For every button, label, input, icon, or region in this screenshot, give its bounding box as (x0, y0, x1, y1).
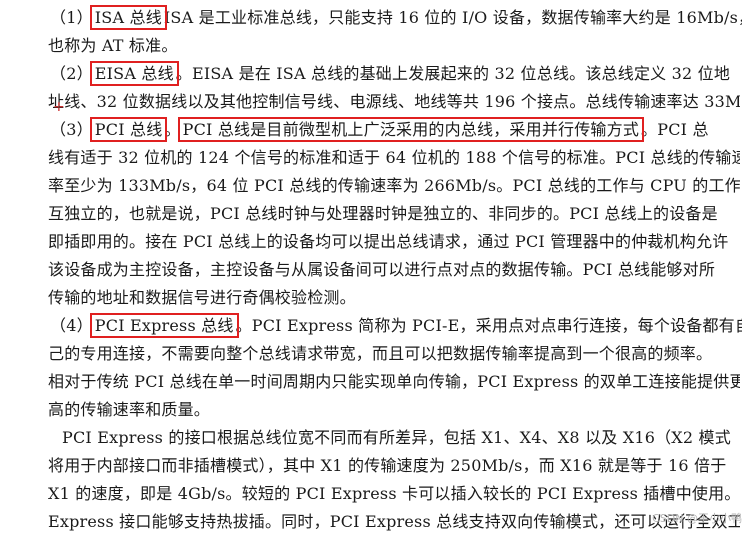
p4-line4: 高的传输速率和质量。 (48, 400, 211, 419)
p2-text: 。EISA 是在 ISA 总线的基础上发展起来的 32 位总线。该总线定义 32… (175, 64, 731, 83)
p2-number: （2） (50, 64, 93, 83)
p4-text: 。PCI Express 简称为 PCI-E，采用点对点串行连接，每个设备都有自 (235, 316, 742, 335)
p1-heading-isa: ISA 总线 (89, 5, 167, 30)
p5-line3: X1 的速度，即是 4Gb/s。较短的 PCI Express 卡可以插入较长的… (48, 484, 740, 503)
p3-number: （3） (50, 120, 93, 139)
p2-line1: （2） EISA 总线 。EISA 是在 ISA 总线的基础上发展起来的 32 位总… (50, 60, 742, 88)
p1-line1: （1） ISA 总线 ISA 是工业标准总线，只能支持 16 位的 I/O 设备，数… (50, 4, 742, 32)
watermark: CSDN @王小小鸭 (652, 512, 742, 525)
p3-line3: 率至少为 133Mb/s，64 位 PCI 总线的传输速率为 266Mb/s。P… (48, 176, 740, 195)
p1-text: ISA 是工业标准总线，只能支持 16 位的 I/O 设备，数据传输率大约是 1… (163, 8, 742, 27)
p1-line2: 也称为 AT 标准。 (48, 36, 178, 55)
p3-line6: 该设备成为主控设备，主控设备与从属设备间可以进行点对点的数据传输。PCI 总线能… (48, 260, 716, 279)
p3-line2: 线有适于 32 位机的 124 个信号的标准和适于 64 位机的 188 个信号… (48, 148, 740, 167)
p3-line1: （3） PCI 总线。 PCI 总线是目前微型机上广泛采用的内总线，采用并行传输方式… (50, 116, 742, 144)
p4-heading-pcie: PCI Express 总线 (89, 313, 239, 338)
p4-line1: （4） PCI Express 总线 。PCI Express 简称为 PCI-E，… (50, 312, 742, 340)
document-page: （1） ISA 总线 ISA 是工业标准总线，只能支持 16 位的 I/O 设备，数… (0, 0, 750, 532)
p3-heading-pci: PCI 总线 (89, 117, 168, 142)
p3-text: 。PCI 总 (641, 120, 709, 139)
p4-line3: 相对于传统 PCI 总线在单一时间周期内只能实现单向传输，PCI Express… (48, 372, 740, 391)
p3-sep: 。 (164, 120, 181, 139)
p3-highlight-sentence: PCI 总线是目前微型机上广泛采用的内总线，采用并行传输方式 (177, 117, 645, 142)
p3-line5: 即插即用的。接在 PCI 总线上的设备均可以提出总线请求，通过 PCI 管理器中… (48, 232, 729, 251)
p2-line2: 址线、32 位数据线以及其他控制信号线、电源线、地线等共 196 个接点。总线传… (48, 92, 740, 111)
p4-number: （4） (50, 316, 93, 335)
p5-line2: 将用于内部接口而非插槽模式），其中 X1 的传输速度为 250Mb/s，而 X1… (48, 456, 727, 475)
p4-line2: 己的专用连接，不需要向整个总线请求带宽，而且可以把数据传输率提高到一个很高的频率… (48, 344, 713, 363)
p5-line1: PCI Express 的接口根据总线位宽不同而有所差异，包括 X1、X4、X8… (62, 428, 731, 447)
p1-number: （1） (50, 8, 93, 27)
p2-heading-eisa: EISA 总线 (89, 61, 179, 86)
p3-line7: 传输的地址和数据信号进行奇偶校验检测。 (48, 288, 356, 307)
text-cursor-icon: ✛ (54, 100, 65, 114)
p3-line4: 互独立的，也就是说，PCI 总线时钟与处理器时钟是独立的、非同步的。PCI 总线… (48, 204, 718, 223)
